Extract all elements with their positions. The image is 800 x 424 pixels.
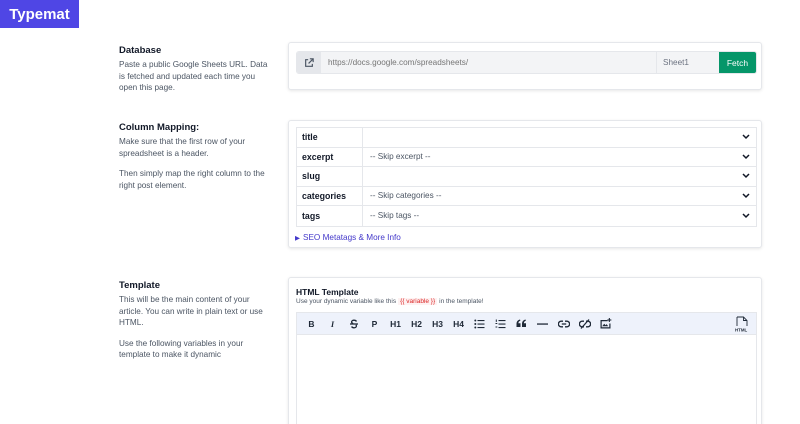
editor-title: HTML Template (296, 287, 359, 297)
italic-button[interactable]: I (322, 313, 343, 335)
spreadsheet-url-input[interactable] (321, 52, 656, 73)
template-help-text-1: This will be the main content of your ar… (119, 295, 263, 327)
chevron-down-icon (741, 133, 750, 142)
seo-metatags-toggle[interactable]: ▶ SEO Metatags & More Info (295, 233, 401, 242)
slug-column-select[interactable] (363, 167, 756, 186)
template-card: HTML Template Use your dynamic variable … (288, 277, 762, 424)
ordered-list-icon[interactable] (490, 313, 511, 335)
select-value: -- Skip categories -- (370, 191, 442, 201)
heading-3-button[interactable]: H3 (427, 313, 448, 335)
database-url-row: Fetch (296, 51, 757, 74)
select-value: -- Skip tags -- (370, 211, 420, 221)
mapping-table: title excerpt -- Skip excerpt -- slug ca… (296, 127, 757, 227)
mapping-card: title excerpt -- Skip excerpt -- slug ca… (288, 120, 762, 248)
external-link-icon[interactable] (297, 52, 321, 73)
heading-1-button[interactable]: H1 (385, 313, 406, 335)
chevron-down-icon (741, 172, 750, 181)
template-help-text-2: Use the following variables in your temp… (119, 338, 244, 360)
strikethrough-icon[interactable] (343, 313, 364, 335)
mapping-help-text-1: Make sure that the first row of your spr… (119, 137, 246, 158)
mapping-key: slug (297, 167, 363, 186)
chevron-down-icon (741, 152, 750, 161)
mapping-row-categories: categories -- Skip categories -- (297, 186, 756, 206)
database-help-text: Paste a public Google Sheets URL. Data i… (119, 60, 268, 92)
select-value: -- Skip excerpt -- (370, 152, 431, 162)
heading-4-button[interactable]: H4 (448, 313, 469, 335)
chevron-down-icon (741, 211, 750, 220)
quote-icon[interactable] (511, 313, 532, 335)
categories-column-select[interactable]: -- Skip categories -- (363, 187, 756, 206)
mapping-row-tags: tags -- Skip tags -- (297, 206, 756, 226)
mapping-description: Column Mapping: Make sure that the first… (119, 122, 269, 191)
title-column-select[interactable] (363, 128, 756, 147)
html-template-editor: B I P H1 H2 H3 H4 HTML (296, 312, 757, 424)
database-description: Database Paste a public Google Sheets UR… (119, 45, 269, 94)
mapping-row-slug: slug (297, 167, 756, 187)
sheet-name-input[interactable] (656, 52, 719, 73)
template-heading: Template (119, 280, 161, 291)
html-source-icon[interactable]: HTML (732, 315, 752, 333)
mapping-key: title (297, 128, 363, 147)
paragraph-button[interactable]: P (364, 313, 385, 335)
chevron-down-icon (741, 191, 750, 200)
bullet-list-icon[interactable] (469, 313, 490, 335)
hint-variable-code: {{ variable }} (398, 298, 438, 305)
mapping-row-excerpt: excerpt -- Skip excerpt -- (297, 147, 756, 167)
mapping-row-title: title (297, 128, 756, 148)
database-heading: Database (119, 45, 162, 56)
mapping-key: excerpt (297, 147, 363, 166)
fetch-button[interactable]: Fetch (719, 52, 756, 73)
tags-column-select[interactable]: -- Skip tags -- (363, 206, 756, 226)
mapping-help-text-2: Then simply map the right column to the … (119, 169, 265, 190)
template-description: Template This will be the main content o… (119, 280, 269, 361)
bold-button[interactable]: B (301, 313, 322, 335)
link-icon[interactable] (553, 313, 574, 335)
seo-link-label: SEO Metatags & More Info (303, 233, 401, 242)
editor-toolbar: B I P H1 H2 H3 H4 HTML (297, 313, 756, 335)
mapping-heading: Column Mapping: (119, 122, 200, 133)
mapping-key: tags (297, 206, 363, 226)
excerpt-column-select[interactable]: -- Skip excerpt -- (363, 148, 756, 167)
caret-right-icon: ▶ (295, 234, 300, 242)
hint-text: Use your dynamic variable like this (296, 298, 397, 305)
editor-hint: Use your dynamic variable like this {{ v… (296, 298, 484, 305)
add-image-icon[interactable] (595, 313, 616, 335)
heading-2-button[interactable]: H2 (406, 313, 427, 335)
app-logo[interactable]: Typemat (0, 0, 79, 28)
mapping-key: categories (297, 186, 363, 205)
hint-text-end: in the template! (439, 298, 484, 305)
html-label: HTML (735, 327, 748, 332)
unlink-icon[interactable] (574, 313, 595, 335)
horizontal-rule-icon[interactable] (532, 313, 553, 335)
database-card: Fetch (288, 42, 762, 90)
